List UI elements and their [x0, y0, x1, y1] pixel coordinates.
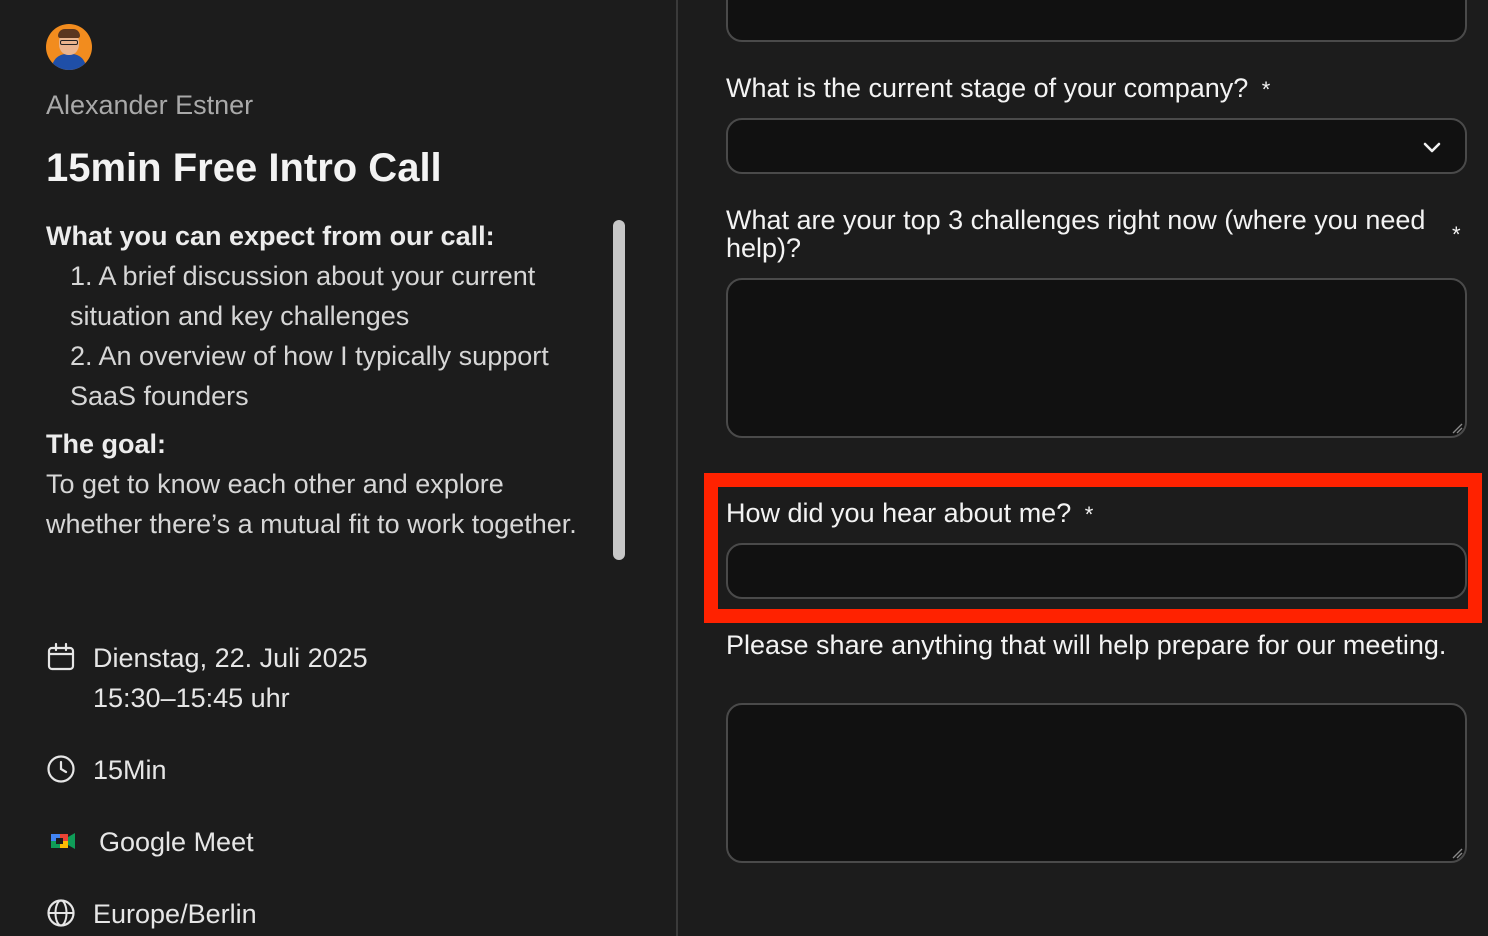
hear-label-text: How did you hear about me?: [726, 498, 1072, 528]
share-notes-textarea[interactable]: [726, 703, 1467, 863]
resize-handle-icon[interactable]: [1451, 422, 1463, 434]
globe-icon: [47, 899, 75, 927]
challenges-textarea[interactable]: [726, 278, 1467, 438]
hear-label: How did you hear about me? *: [726, 499, 1093, 529]
event-date: Dienstag, 22. Juli 2025: [93, 643, 368, 673]
calendar-icon: [47, 642, 75, 671]
clock-icon: [47, 755, 75, 783]
chevron-down-icon[interactable]: [1421, 136, 1443, 158]
required-mark: *: [1084, 502, 1094, 527]
resize-handle-icon[interactable]: [1451, 847, 1463, 859]
goal-text: To get to know each other and explore wh…: [46, 469, 577, 539]
previous-field-input[interactable]: [726, 0, 1467, 42]
expect-item: 1. A brief discussion about your current…: [70, 261, 536, 331]
event-description: What you can expect from our call: 1. A …: [46, 216, 606, 572]
required-mark: *: [1452, 222, 1461, 247]
event-info-panel: Alexander Estner 15min Free Intro Call W…: [0, 0, 676, 936]
expect-heading: What you can expect from our call:: [46, 221, 495, 251]
required-mark: *: [1261, 77, 1271, 102]
expect-list: 1. A brief discussion about your current…: [46, 256, 606, 416]
google-meet-icon: [51, 833, 75, 849]
stage-label: What is the current stage of your compan…: [726, 74, 1270, 104]
host-avatar: [46, 24, 92, 70]
event-time: 15:30–15:45 uhr: [93, 683, 290, 713]
host-name: Alexander Estner: [46, 90, 254, 120]
event-location: Google Meet: [99, 827, 254, 857]
event-duration-row: 15Min: [46, 750, 167, 790]
event-timezone: Europe/Berlin: [93, 899, 257, 929]
event-date-row: Dienstag, 22. Juli 2025 15:30–15:45 uhr: [46, 638, 368, 718]
company-stage-select[interactable]: [726, 118, 1467, 174]
goal-heading: The goal:: [46, 429, 166, 459]
event-duration: 15Min: [93, 755, 167, 785]
description-scrollbar[interactable]: [613, 220, 625, 560]
event-location-row: Google Meet: [46, 822, 254, 862]
stage-label-text: What is the current stage of your compan…: [726, 73, 1249, 103]
event-title: 15min Free Intro Call: [46, 146, 442, 190]
challenges-label: What are your top 3 challenges right now…: [726, 205, 1426, 263]
event-timezone-row[interactable]: Europe/Berlin: [46, 894, 257, 934]
share-label: Please share anything that will help pre…: [726, 630, 1447, 660]
hear-about-input[interactable]: [726, 543, 1467, 599]
expect-item: 2. An overview of how I typically suppor…: [70, 341, 549, 411]
